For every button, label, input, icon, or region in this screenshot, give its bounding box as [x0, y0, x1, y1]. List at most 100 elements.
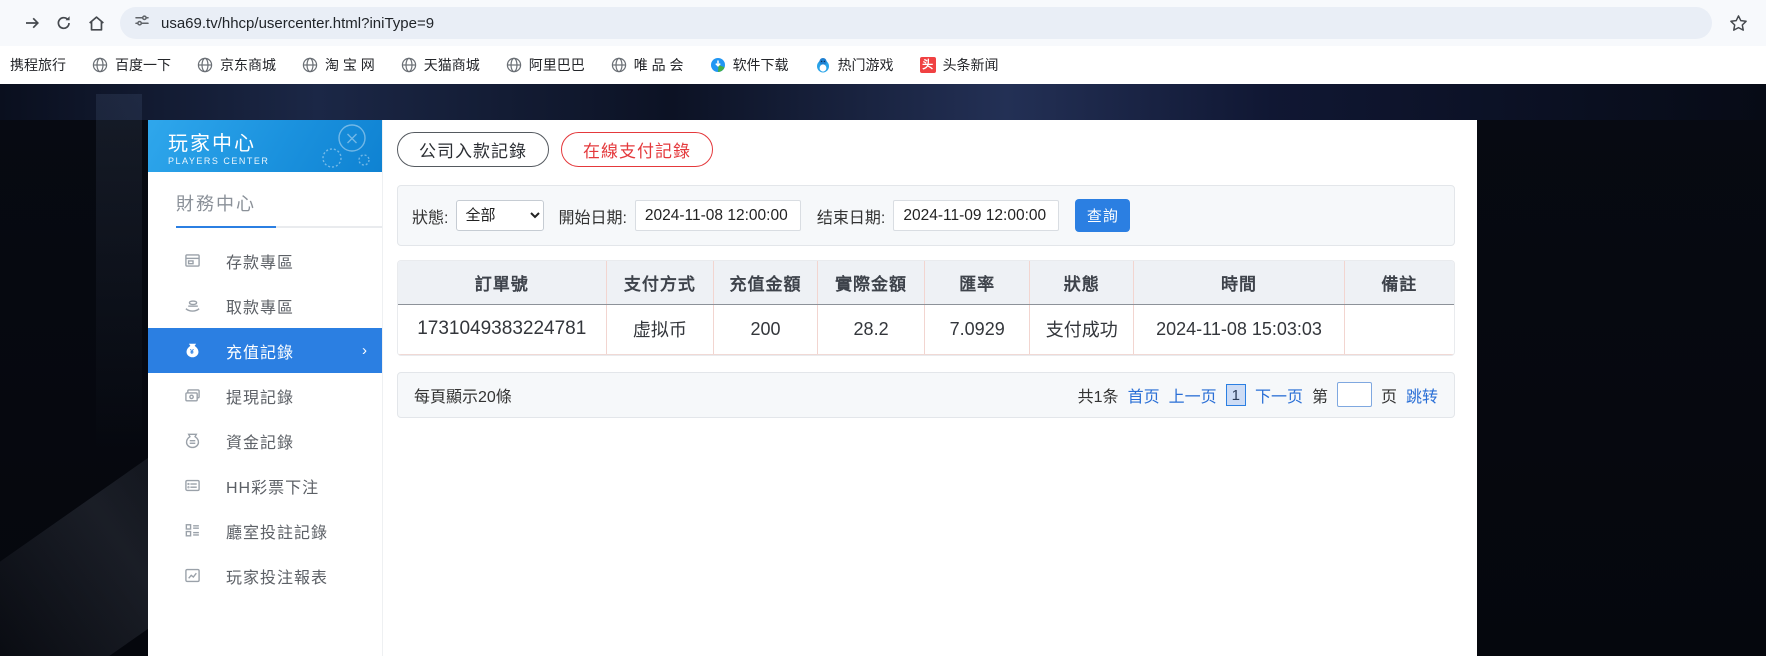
sidebar-item-hall-bet-records[interactable]: 廳室投註記錄: [148, 508, 382, 553]
chevron-right-icon: ›: [362, 342, 368, 359]
gamepad-decoration-icon: [322, 124, 370, 168]
sidebar-item-hh-lottery-bets[interactable]: HH彩票下注: [148, 463, 382, 508]
section-divider: [176, 226, 382, 228]
pagination-controls: 共1条 首页 上一页 1 下一页 第 页 跳转: [1078, 382, 1438, 407]
globe-icon: [302, 57, 318, 73]
page-size-text: 每頁顯示20條: [414, 388, 512, 406]
bookmark-taobao[interactable]: 淘 宝 网: [302, 55, 375, 75]
bookmark-ctrip[interactable]: 携程旅行: [10, 55, 66, 75]
bookmark-games[interactable]: 热门游戏: [815, 55, 894, 75]
sidebar-item-cashout-records[interactable]: 提現記錄: [148, 373, 382, 418]
col-recharge-amount: 充值金額: [713, 261, 818, 305]
start-date-input[interactable]: [634, 200, 801, 231]
records-table: 訂單號 支付方式 充值金額 實際金額 匯率 狀態 時間 備註 173104938: [398, 261, 1454, 355]
home-icon[interactable]: [80, 7, 112, 39]
status-select[interactable]: 全部: [456, 200, 545, 231]
globe-icon: [506, 57, 522, 73]
sidebar-item-recharge-records[interactable]: ¥ 充值記錄 ›: [148, 328, 382, 373]
svg-text:¥: ¥: [190, 349, 195, 356]
bookmark-star-icon[interactable]: [1722, 7, 1754, 39]
bookmark-software[interactable]: 软件下载: [710, 55, 789, 75]
bookmark-label: 唯 品 会: [633, 57, 684, 73]
cell-exchange-rate: 7.0929: [924, 304, 1030, 355]
bookmark-label: 热门游戏: [837, 57, 894, 73]
query-button[interactable]: 查詢: [1075, 199, 1131, 232]
goto-prefix: 第: [1311, 388, 1328, 406]
bookmark-label: 京东商城: [220, 57, 276, 73]
cell-pay-method: 虚拟币: [606, 304, 715, 355]
sidebar-item-label: HH彩票下注: [226, 479, 320, 497]
col-time: 時間: [1133, 261, 1345, 305]
prev-page-link[interactable]: 上一页: [1169, 383, 1217, 407]
first-page-link[interactable]: 首页: [1128, 383, 1160, 407]
col-order-no: 訂單號: [398, 261, 607, 305]
record-tabs: 公司入款記錄 在線支付記錄: [397, 132, 1455, 167]
cell-order-no: 1731049383224781: [398, 304, 607, 355]
sidebar-item-label: 充值記錄: [226, 344, 295, 362]
recharge-icon: ¥: [184, 342, 204, 359]
bookmark-alibaba[interactable]: 阿里巴巴: [506, 55, 585, 75]
reload-icon[interactable]: [48, 7, 80, 39]
finance-center-heading: 財務中心: [176, 194, 256, 214]
bookmark-label: 携程旅行: [10, 57, 66, 73]
start-date-label: 開始日期:: [558, 209, 627, 227]
withdraw-icon: [184, 297, 204, 314]
status-label: 狀態:: [412, 209, 449, 227]
bookmark-baidu[interactable]: 百度一下: [92, 55, 171, 75]
globe-icon: [611, 57, 627, 73]
bookmark-jd[interactable]: 京东商城: [197, 55, 276, 75]
sidebar-item-funds-records[interactable]: 資金記錄: [148, 418, 382, 463]
globe-icon: [401, 57, 417, 73]
tab-online-payment-records[interactable]: 在線支付記錄: [561, 132, 713, 167]
main-content: 公司入款記錄 在線支付記錄 狀態: 全部 開始日期: 结束日期: 查詢: [383, 120, 1477, 656]
software-download-icon: [710, 57, 726, 73]
bookmark-label: 软件下载: [732, 57, 789, 73]
sidebar-item-label: 提現記錄: [226, 389, 295, 407]
end-date-label: 结束日期:: [816, 209, 886, 227]
cell-recharge-amount: 200: [713, 304, 818, 355]
bookmark-label: 天猫商城: [423, 57, 480, 73]
cashout-icon: [184, 387, 204, 404]
sidebar-item-deposit[interactable]: 存款專區: [148, 238, 382, 283]
current-page-indicator[interactable]: 1: [1225, 383, 1246, 406]
site-info-icon[interactable]: [134, 13, 150, 33]
bookmark-vip[interactable]: 唯 品 会: [611, 55, 684, 75]
toutiao-icon: 头: [919, 57, 936, 73]
end-date-input[interactable]: [893, 200, 1060, 231]
globe-icon: [92, 57, 108, 73]
funds-icon: [184, 432, 204, 449]
sidebar-item-label: 玩家投注報表: [226, 569, 329, 587]
records-table-wrapper: 訂單號 支付方式 充值金額 實際金額 匯率 狀態 時間 備註 173104938: [397, 260, 1455, 356]
cell-time: 2024-11-08 15:03:03: [1133, 304, 1345, 355]
browser-toolbar: usa69.tv/hhcp/usercenter.html?iniType=9: [0, 0, 1766, 46]
report-icon: [184, 567, 204, 584]
dark-banner: [0, 84, 1766, 120]
sidebar-item-player-bet-report[interactable]: 玩家投注報表: [148, 553, 382, 598]
goto-page-input[interactable]: [1336, 382, 1372, 407]
filter-bar: 狀態: 全部 開始日期: 结束日期: 查詢: [397, 185, 1455, 246]
bookmark-label: 淘 宝 网: [325, 57, 375, 73]
cell-status: 支付成功: [1029, 304, 1135, 355]
forward-arrow-icon[interactable]: [16, 7, 48, 39]
url-bar[interactable]: usa69.tv/hhcp/usercenter.html?iniType=9: [120, 7, 1712, 39]
goto-jump-link[interactable]: 跳转: [1406, 383, 1438, 407]
bookmark-label: 头条新闻: [942, 57, 999, 73]
cell-actual-amount: 28.2: [817, 304, 926, 355]
next-page-link[interactable]: 下一页: [1255, 383, 1303, 407]
table-row: 1731049383224781 虚拟币 200 28.2 7.0929 支付成…: [398, 304, 1454, 355]
tab-company-deposit-records[interactable]: 公司入款記錄: [397, 132, 549, 167]
decorative-streak: [96, 94, 142, 454]
table-header-row: 訂單號 支付方式 充值金額 實際金額 匯率 狀態 時間 備註: [398, 261, 1454, 305]
col-status: 狀態: [1029, 261, 1135, 305]
globe-icon: [197, 57, 213, 73]
sidebar: 玩家中心 PLAYERS CENTER 財務中心 存款專區 取款專區 ¥ 充值記…: [148, 120, 383, 656]
bookmark-tmall[interactable]: 天猫商城: [401, 55, 480, 75]
sidebar-item-withdraw[interactable]: 取款專區: [148, 283, 382, 328]
total-count-text: 共1条: [1077, 388, 1119, 406]
user-center-card: 玩家中心 PLAYERS CENTER 財務中心 存款專區 取款專區 ¥ 充值記…: [148, 120, 1477, 656]
goto-suffix: 页: [1380, 388, 1397, 406]
col-note: 備註: [1344, 261, 1454, 305]
cell-note: [1344, 304, 1454, 355]
url-text[interactable]: usa69.tv/hhcp/usercenter.html?iniType=9: [161, 15, 434, 32]
bookmark-toutiao[interactable]: 头 头条新闻: [919, 55, 999, 75]
